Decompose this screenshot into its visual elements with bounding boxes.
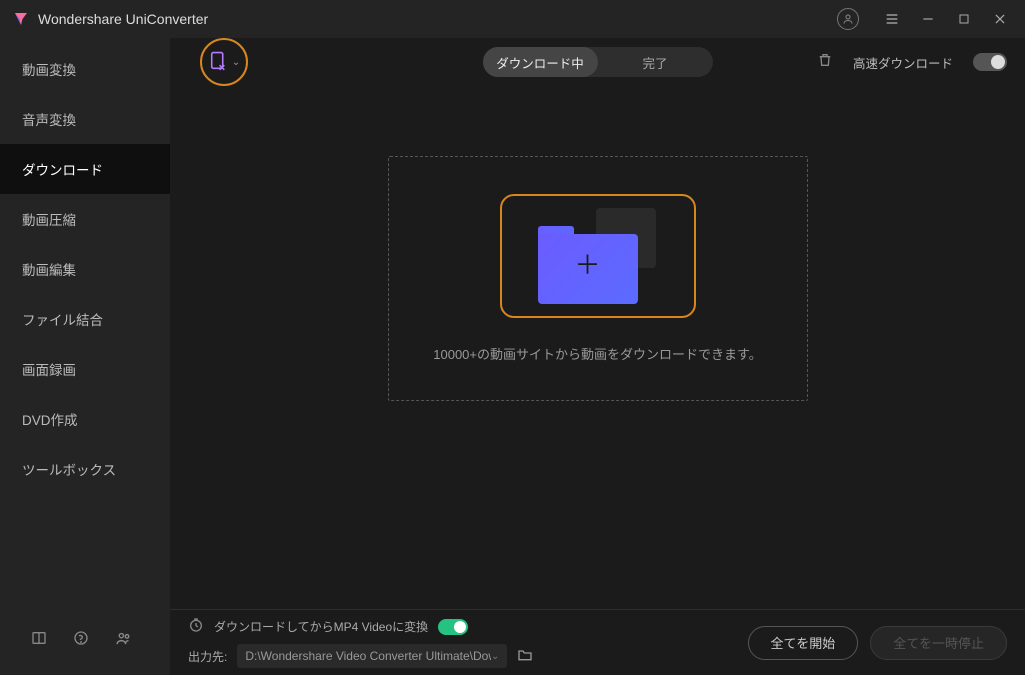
sidebar-item-video-convert[interactable]: 動画変換 — [0, 44, 170, 94]
schedule-icon[interactable] — [188, 617, 204, 636]
convert-after-label: ダウンロードしてからMP4 Videoに変換 — [214, 618, 428, 635]
account-button[interactable] — [837, 8, 859, 30]
plus-icon: ＋ — [574, 245, 600, 282]
browse-folder-button[interactable] — [517, 647, 533, 666]
output-label: 出力先: — [188, 648, 227, 665]
footer: ダウンロードしてからMP4 Videoに変換 出力先: D:\Wondersha… — [170, 609, 1025, 675]
maximize-button[interactable] — [955, 10, 973, 28]
app-logo-icon — [12, 10, 30, 28]
menu-button[interactable] — [883, 10, 901, 28]
folder-icon: ＋ — [538, 208, 658, 304]
minimize-button[interactable] — [919, 10, 937, 28]
help-icon[interactable] — [72, 629, 90, 647]
convert-after-toggle[interactable] — [438, 619, 468, 635]
sidebar-item-audio-convert[interactable]: 音声変換 — [0, 94, 170, 144]
sidebar-item-dvd[interactable]: DVD作成 — [0, 394, 170, 444]
sidebar-item-merge[interactable]: ファイル結合 — [0, 294, 170, 344]
output-path-select[interactable]: D:\Wondershare Video Converter Ultimate\… — [237, 644, 507, 668]
tab-completed[interactable]: 完了 — [598, 47, 713, 77]
sidebar-item-toolbox[interactable]: ツールボックス — [0, 444, 170, 494]
library-icon[interactable] — [30, 629, 48, 647]
main-panel: ⌄ ダウンロード中 完了 高速ダウンロード — [170, 38, 1025, 675]
start-all-button[interactable]: 全てを開始 — [748, 626, 859, 660]
dropzone-text: 10000+の動画サイトから動画をダウンロードできます。 — [433, 344, 761, 363]
add-folder-highlight[interactable]: ＋ — [500, 194, 696, 318]
sidebar-item-compress[interactable]: 動画圧縮 — [0, 194, 170, 244]
tab-downloading[interactable]: ダウンロード中 — [483, 47, 598, 77]
content-area: ＋ 10000+の動画サイトから動画をダウンロードできます。 — [170, 86, 1025, 609]
add-url-button[interactable]: ⌄ — [200, 38, 248, 86]
status-tabs: ダウンロード中 完了 — [483, 47, 713, 77]
fast-download-label: 高速ダウンロード — [853, 53, 953, 72]
app-title: Wondershare UniConverter — [38, 11, 837, 27]
sidebar-item-record[interactable]: 画面録画 — [0, 344, 170, 394]
sidebar-item-download[interactable]: ダウンロード — [0, 144, 170, 194]
sidebar: 動画変換 音声変換 ダウンロード 動画圧縮 動画編集 ファイル結合 画面録画 D… — [0, 38, 170, 675]
community-icon[interactable] — [114, 629, 132, 647]
toolbar: ⌄ ダウンロード中 完了 高速ダウンロード — [170, 38, 1025, 86]
output-path-value: D:\Wondershare Video Converter Ultimate\… — [245, 649, 491, 663]
close-button[interactable] — [991, 10, 1009, 28]
titlebar: Wondershare UniConverter — [0, 0, 1025, 38]
sidebar-item-edit[interactable]: 動画編集 — [0, 244, 170, 294]
chevron-down-icon: ⌄ — [491, 651, 499, 662]
fast-download-toggle[interactable] — [973, 53, 1007, 71]
clear-button[interactable] — [817, 52, 833, 73]
dropzone[interactable]: ＋ 10000+の動画サイトから動画をダウンロードできます。 — [388, 156, 808, 401]
paste-url-icon — [208, 51, 228, 73]
pause-all-button[interactable]: 全てを一時停止 — [870, 626, 1007, 660]
chevron-down-icon: ⌄ — [232, 57, 240, 68]
